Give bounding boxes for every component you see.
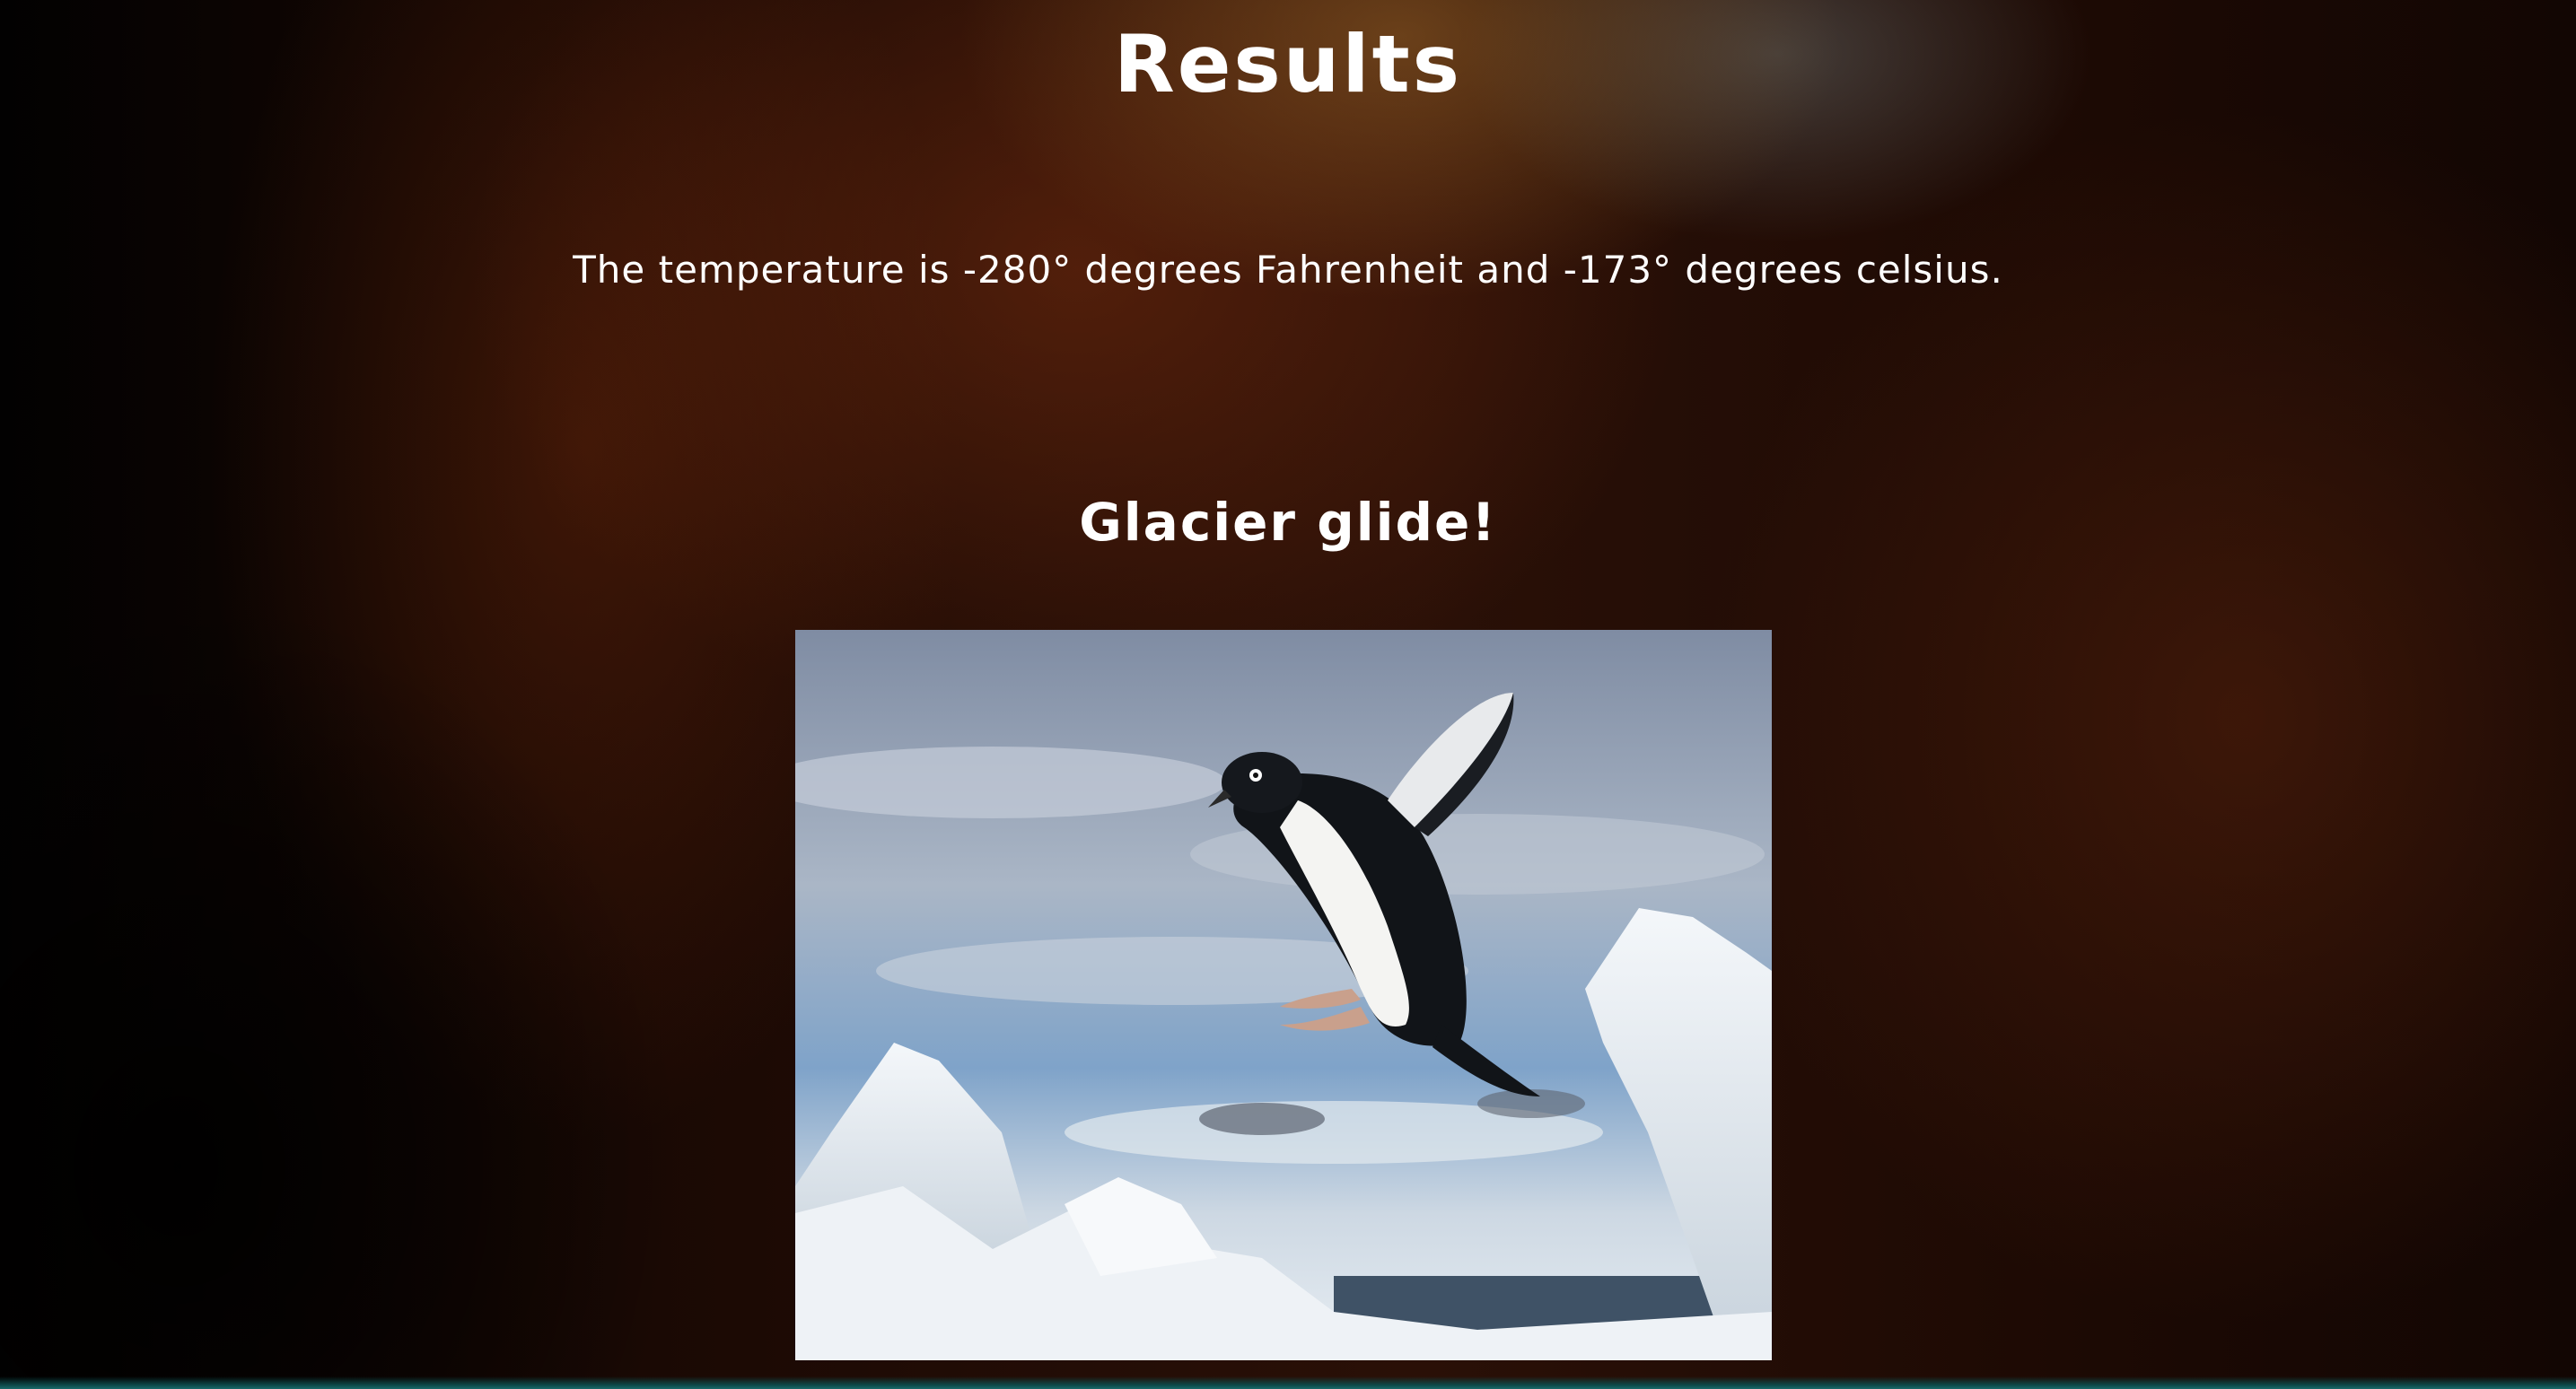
temperature-result-text: The temperature is -280° degrees Fahrenh…: [573, 248, 2003, 292]
penguin-photo: [795, 630, 1772, 1360]
bottom-edge-glow: [0, 1376, 2576, 1389]
image-caption-heading: Glacier glide!: [1079, 492, 1497, 553]
page-title: Results: [1113, 18, 1463, 110]
results-page: Results The temperature is -280° degrees…: [0, 0, 2576, 1389]
penguin-illustration: [795, 630, 1772, 1360]
